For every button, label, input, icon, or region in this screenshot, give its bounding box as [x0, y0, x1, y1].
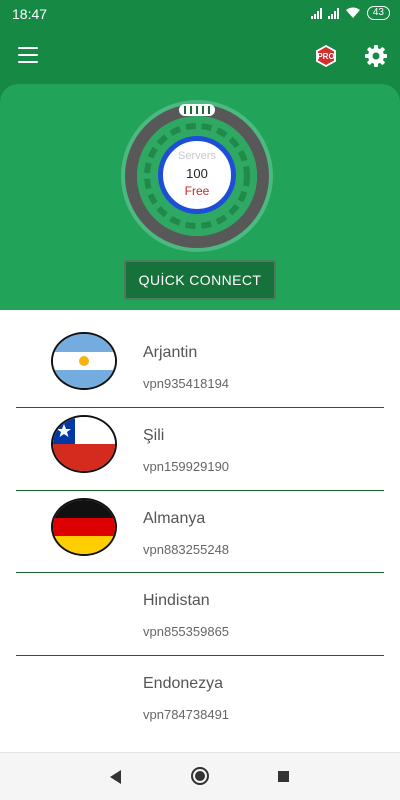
- servers-label: Servers: [178, 150, 216, 162]
- home-icon[interactable]: [191, 767, 209, 785]
- server-host: vpn883255248: [143, 542, 230, 557]
- country-name: Şili: [143, 427, 165, 444]
- pro-badge-label: PRO: [317, 52, 334, 61]
- server-host: vpn159929190: [143, 459, 230, 474]
- servers-count: 100: [186, 166, 208, 181]
- back-icon[interactable]: [110, 770, 121, 784]
- recent-apps-icon[interactable]: [278, 771, 289, 782]
- status-time: 18:47: [12, 6, 48, 22]
- quick-connect-button[interactable]: QUİCK CONNECT: [124, 260, 276, 300]
- battery-icon: 43: [366, 6, 390, 20]
- server-count-ring: Servers 100 Free: [158, 136, 236, 214]
- country-name: Almanya: [143, 510, 206, 527]
- server-row-sili[interactable]: Şili vpn159929190: [0, 407, 400, 489]
- server-host: vpn784738491: [143, 707, 230, 722]
- argentina-flag-icon: [51, 332, 117, 390]
- server-row-endonezya[interactable]: Endonezya vpn784738491: [0, 655, 400, 737]
- status-bar: 18:47 43: [0, 0, 400, 28]
- system-nav-bar: [0, 752, 400, 800]
- server-host: vpn855359865: [143, 624, 230, 639]
- hamburger-menu-icon[interactable]: [18, 47, 38, 63]
- chile-flag-icon: [51, 415, 117, 473]
- server-list: Arjantin vpn935418194 Şili vpn159929190 …: [0, 310, 400, 750]
- country-name: Endonezya: [143, 675, 224, 692]
- country-name: Hindistan: [143, 592, 210, 609]
- server-row-hindistan[interactable]: Hindistan vpn855359865: [0, 572, 400, 654]
- signal-icon: [310, 7, 322, 19]
- server-host: vpn935418194: [143, 376, 230, 391]
- germany-flag-icon: [51, 498, 117, 556]
- pro-button[interactable]: PRO: [314, 44, 338, 68]
- signal-icon-2: [327, 7, 339, 19]
- plan-label: Free: [184, 184, 210, 198]
- status-icons: 43: [310, 6, 390, 20]
- server-row-almanya[interactable]: Almanya vpn883255248: [0, 490, 400, 572]
- pro-badge-icon: PRO: [316, 45, 336, 67]
- gear-icon[interactable]: [364, 44, 388, 68]
- wifi-icon: [345, 7, 360, 18]
- server-row-arjantin[interactable]: Arjantin vpn935418194: [0, 324, 400, 406]
- app-bar: PRO: [0, 28, 400, 84]
- country-name: Arjantin: [143, 344, 198, 361]
